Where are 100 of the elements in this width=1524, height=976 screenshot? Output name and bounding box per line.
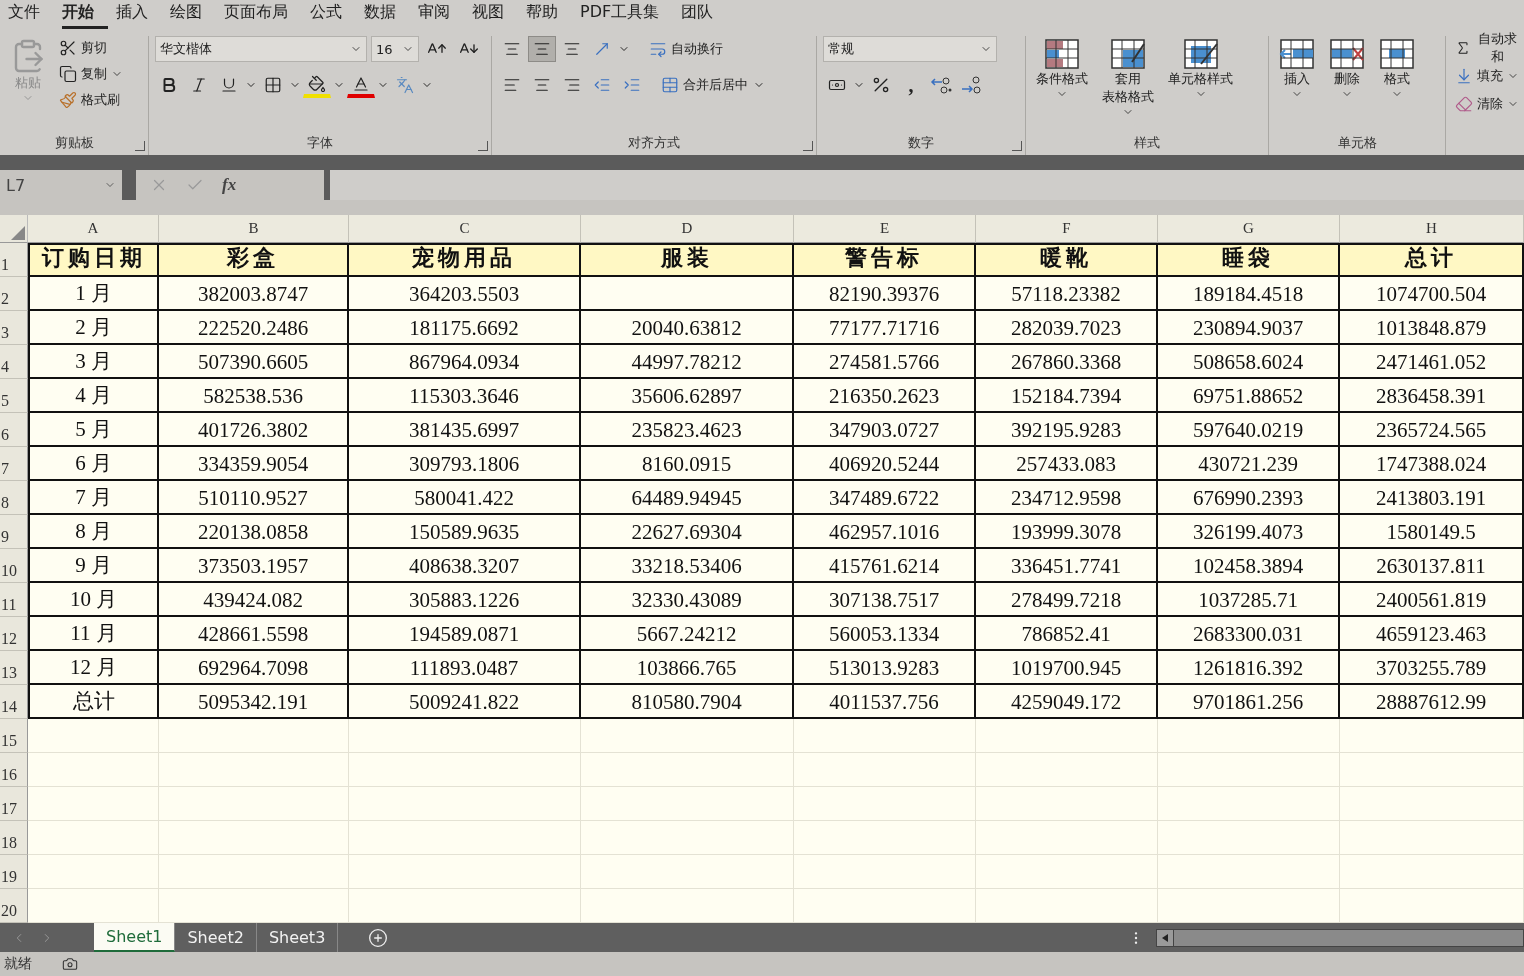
table-cells-icon — [1279, 38, 1315, 70]
menu-tab[interactable]: PDF工具集 — [580, 0, 674, 29]
table-cell: 392195.9283 — [976, 413, 1158, 447]
table-cell: 1074700.504 — [1340, 277, 1524, 311]
cells-button[interactable]: 删除 — [1325, 36, 1369, 133]
table-cell: 582538.536 — [159, 379, 349, 413]
editing-button[interactable]: 清除 — [1452, 92, 1524, 116]
menu-tab[interactable]: 公式 — [310, 0, 356, 29]
name-box[interactable]: L7 — [0, 170, 122, 200]
dialog-launcher-icon[interactable] — [135, 141, 145, 151]
select-all-icon[interactable] — [11, 226, 25, 240]
row-number[interactable]: 3 — [0, 311, 28, 345]
menu-tab[interactable]: 视图 — [472, 0, 518, 29]
column-letter[interactable]: A — [28, 215, 159, 243]
row-number[interactable]: 6 — [0, 413, 28, 447]
cells-button[interactable]: 格式 — [1375, 36, 1419, 133]
menu-tab[interactable]: 帮助 — [526, 0, 572, 29]
sheet-tab[interactable]: Sheet1 — [94, 923, 176, 952]
table-cell: 64489.94945 — [581, 481, 794, 515]
menu-tab[interactable]: 审阅 — [418, 0, 464, 29]
vertical-align-button[interactable] — [528, 36, 556, 62]
row-number[interactable]: 20 — [0, 889, 28, 923]
group-label: 字体 — [306, 134, 334, 152]
row-number[interactable]: 8 — [0, 481, 28, 515]
menu-tab[interactable]: 团队 — [681, 0, 728, 29]
dialog-launcher-icon[interactable] — [1012, 141, 1022, 151]
column-letter[interactable]: E — [794, 215, 976, 243]
cells-button[interactable]: 插入 — [1275, 36, 1319, 133]
menu-tab[interactable]: 页面布局 — [224, 0, 302, 29]
number-format-field[interactable]: 常规 — [823, 36, 997, 62]
column-letter[interactable]: C — [349, 215, 581, 243]
table-cell: 406920.5244 — [794, 447, 976, 481]
font-name-field[interactable]: 华文楷体 — [155, 36, 367, 62]
menu-tab[interactable]: 数据 — [364, 0, 410, 29]
table-cell: 230894.9037 — [1158, 311, 1340, 345]
percent-icon — [871, 75, 891, 95]
menu-tab[interactable]: 插入 — [116, 0, 162, 29]
table-style-icon — [1182, 38, 1219, 70]
row-number[interactable]: 4 — [0, 345, 28, 379]
horizontal-scrollbar[interactable] — [1156, 928, 1524, 947]
table-cell: 4011537.756 — [794, 685, 976, 719]
table-cell: 8160.0915 — [581, 447, 794, 481]
wrap-text-button[interactable]: 自动换行 — [646, 37, 726, 61]
row-number[interactable]: 15 — [0, 719, 28, 753]
row-number[interactable]: 18 — [0, 821, 28, 855]
row-number[interactable]: 10 — [0, 549, 28, 583]
align-lines-icon — [503, 40, 521, 58]
font-size-field[interactable]: 16 — [371, 36, 419, 62]
insert-function-button[interactable]: fx — [222, 175, 237, 195]
style-button[interactable]: 单元格样式 — [1164, 36, 1237, 133]
decrease-decimal-icon — [960, 75, 982, 95]
row-number[interactable]: 19 — [0, 855, 28, 889]
menu-tab[interactable]: 文件 — [8, 0, 54, 29]
table-cell: 415761.6214 — [794, 549, 976, 583]
header-cell: 服装 — [581, 243, 794, 277]
copy-icon — [59, 65, 77, 83]
row-number[interactable]: 11 — [0, 583, 28, 617]
dialog-launcher-icon[interactable] — [803, 141, 813, 151]
comma-style-button[interactable]: , — [897, 72, 925, 98]
scroll-left-icon[interactable] — [1162, 933, 1168, 942]
style-button[interactable]: 条件格式 — [1032, 36, 1092, 133]
cut-button[interactable]: 剪切 — [56, 36, 126, 60]
table-cell: 1 月 — [28, 277, 159, 311]
table-cell: 507390.6605 — [159, 345, 349, 379]
menu-tab[interactable]: 绘图 — [170, 0, 216, 29]
table-cell: 220138.0858 — [159, 515, 349, 549]
row-number[interactable]: 5 — [0, 379, 28, 413]
row-number[interactable]: 13 — [0, 651, 28, 685]
row-number[interactable]: 17 — [0, 787, 28, 821]
format-painter-button[interactable]: 格式刷 — [56, 88, 126, 112]
formula-input[interactable] — [324, 170, 1524, 200]
dialog-launcher-icon[interactable] — [478, 141, 488, 151]
row-number[interactable]: 1 — [0, 243, 28, 277]
row-number[interactable]: 16 — [0, 753, 28, 787]
style-button[interactable]: 套用 表格格式 — [1098, 36, 1158, 133]
table-cell: 347489.6722 — [794, 481, 976, 515]
table-cell: 382003.8747 — [159, 277, 349, 311]
column-letter[interactable]: H — [1340, 215, 1524, 243]
row-number[interactable]: 12 — [0, 617, 28, 651]
row-number[interactable]: 7 — [0, 447, 28, 481]
row-number[interactable]: 2 — [0, 277, 28, 311]
table-cell: 82190.39376 — [794, 277, 976, 311]
fill-down-icon — [1455, 67, 1473, 85]
merge-center-button[interactable]: 合并后居中 — [658, 73, 751, 97]
header-cell: 订购日期 — [28, 243, 159, 277]
paintbrush-icon — [59, 91, 77, 109]
column-letter[interactable]: D — [581, 215, 794, 243]
italic-icon — [190, 76, 208, 94]
copy-button[interactable]: 复制 — [56, 62, 126, 86]
row-number[interactable]: 9 — [0, 515, 28, 549]
column-letter[interactable]: F — [976, 215, 1158, 243]
column-letter[interactable]: G — [1158, 215, 1340, 243]
editing-button[interactable]: 填充 — [1452, 64, 1524, 88]
table-cell: 560053.1334 — [794, 617, 976, 651]
table-cell: 510110.9527 — [159, 481, 349, 515]
row-number[interactable]: 14 — [0, 685, 28, 719]
table-cell: 2365724.565 — [1340, 413, 1524, 447]
sigma-icon — [1455, 39, 1471, 57]
column-letter[interactable]: B — [159, 215, 349, 243]
menu-tab[interactable]: 开始 — [62, 0, 108, 29]
